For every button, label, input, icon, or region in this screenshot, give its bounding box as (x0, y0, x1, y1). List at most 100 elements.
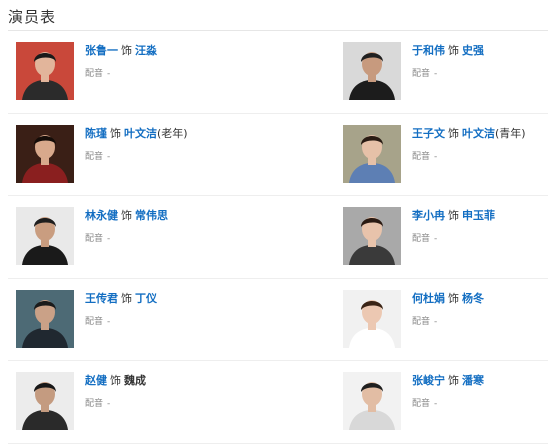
cast-row: 赵健饰魏成 配音 - 张峻宁 饰 潘寒 配音 - (8, 361, 548, 444)
cast-name-line: 林永健饰常伟思 (85, 208, 168, 223)
dub-label: 配音 (85, 234, 104, 244)
dub-label: 配音 (85, 316, 104, 327)
dub-label: 配音 (412, 234, 431, 244)
dub-value: - (107, 316, 111, 327)
as-word: 饰 (121, 291, 132, 305)
actor-photo[interactable] (16, 207, 74, 265)
cast-name-line: 王子文饰叶文洁(青年) (412, 126, 526, 141)
cast-card: 赵健饰魏成 配音 - (16, 372, 276, 432)
actor-link[interactable]: 李小冉 (412, 209, 445, 222)
cast-info: 赵健饰魏成 配音 - (85, 373, 146, 409)
cast-name-line: 王传君饰丁仪 (85, 291, 157, 306)
cast-card: 林永健饰常伟思 配音 - (16, 207, 276, 267)
as-word: 饰 (448, 291, 459, 305)
actor-link[interactable]: 张鲁一 (85, 44, 118, 57)
cast-row: 王传君饰丁仪 配音 - 何杜娟 饰 杨冬 配音 - (8, 279, 550, 361)
cast-info: 张鲁一饰汪淼 配音 - (85, 43, 157, 79)
dub-label: 配音 (85, 69, 104, 79)
cast-card: 李小冉饰申玉菲 配音 - (343, 207, 550, 267)
actor-link[interactable]: 张峻宁 (412, 374, 445, 387)
dub-line: 配音 - (412, 396, 484, 409)
as-word: 饰 (448, 374, 459, 387)
dub-value: - (434, 234, 438, 244)
cast-name-line: 赵健饰魏成 (85, 373, 146, 388)
actor-photo[interactable] (16, 372, 74, 430)
as-word: 饰 (110, 374, 121, 387)
cast-info: 于和伟饰史强 配音 - (412, 43, 484, 79)
actor-link[interactable]: 于和伟 (412, 44, 445, 57)
cast-card: 于和伟饰史强 配音 - (343, 42, 550, 102)
cast-info: 何杜娟饰杨冬 配音 - (412, 291, 484, 327)
actor-photo[interactable] (343, 124, 401, 183)
role-link[interactable]: 史强 (462, 44, 484, 57)
dub-value: - (107, 69, 111, 79)
dub-value: - (107, 399, 111, 409)
actor-link[interactable]: 赵健 (85, 374, 107, 387)
role-link[interactable]: 常伟思 (135, 209, 168, 222)
as-word: 饰 (448, 126, 459, 140)
dub-value: - (107, 234, 111, 244)
dub-line: 配音 - (412, 314, 484, 327)
dub-line: 配音 - (85, 314, 157, 327)
actor-photo[interactable] (343, 42, 401, 100)
role-link: 魏成 (124, 374, 146, 387)
cast-row: 张鲁一饰汪淼 配音 - 于和伟 饰 史强 配音 - (8, 31, 548, 114)
cast-section-title: 演员表 (8, 8, 57, 26)
dub-line: 配音 - (412, 66, 484, 79)
cast-card: 陈瑾饰叶文洁(老年) 配音 - (16, 124, 276, 185)
cast-name-line: 张峻宁饰潘寒 (412, 373, 484, 388)
dub-value: - (434, 151, 438, 162)
dub-line: 配音 - (412, 149, 526, 162)
role-suffix: (青年) (495, 126, 526, 140)
cast-info: 李小冉饰申玉菲 配音 - (412, 208, 495, 244)
cast-info: 陈瑾饰叶文洁(老年) 配音 - (85, 126, 188, 162)
actor-link[interactable]: 陈瑾 (85, 127, 107, 140)
cast-name-line: 于和伟饰史强 (412, 43, 484, 58)
cast-info: 王子文饰叶文洁(青年) 配音 - (412, 126, 526, 162)
cast-info: 林永健饰常伟思 配音 - (85, 208, 168, 244)
dub-value: - (434, 399, 438, 409)
role-link[interactable]: 叶文洁 (124, 127, 157, 140)
dub-label: 配音 (412, 399, 431, 409)
actor-photo[interactable] (16, 289, 74, 348)
actor-photo[interactable] (343, 207, 401, 265)
role-link[interactable]: 丁仪 (135, 292, 157, 305)
dub-label: 配音 (85, 399, 104, 409)
cast-row: 陈瑾饰叶文洁(老年) 配音 - 王子文 饰 叶文洁(青年) 配音 - (8, 114, 550, 196)
cast-info: 王传君饰丁仪 配音 - (85, 291, 157, 327)
as-word: 饰 (448, 44, 459, 57)
cast-name-line: 陈瑾饰叶文洁(老年) (85, 126, 188, 141)
actor-link[interactable]: 王传君 (85, 292, 118, 305)
actor-link[interactable]: 何杜娟 (412, 292, 445, 305)
dub-line: 配音 - (85, 66, 157, 79)
cast-row: 林永健饰常伟思 配音 - 李小冉 饰 申玉菲 配音 - (8, 196, 548, 279)
role-link[interactable]: 申玉菲 (462, 209, 495, 222)
actor-link[interactable]: 林永健 (85, 209, 118, 222)
dub-label: 配音 (85, 151, 104, 162)
dub-line: 配音 - (412, 231, 495, 244)
dub-label: 配音 (412, 316, 431, 327)
actor-link[interactable]: 王子文 (412, 127, 445, 140)
as-word: 饰 (110, 126, 121, 140)
role-link[interactable]: 叶文洁 (462, 127, 495, 140)
dub-value: - (434, 316, 438, 327)
role-link[interactable]: 潘寒 (462, 374, 484, 387)
actor-photo[interactable] (343, 289, 401, 348)
cast-card: 王传君饰丁仪 配音 - (16, 289, 276, 350)
dub-line: 配音 - (85, 396, 146, 409)
actor-photo[interactable] (16, 124, 74, 183)
cast-card: 张鲁一饰汪淼 配音 - (16, 42, 276, 102)
actor-photo[interactable] (16, 42, 74, 100)
role-link[interactable]: 汪淼 (135, 44, 157, 57)
as-word: 饰 (121, 209, 132, 222)
cast-list: 张鲁一饰汪淼 配音 - 于和伟 饰 史强 配音 - 陈瑾 饰 叶文洁(老年) 配… (8, 31, 548, 444)
dub-line: 配音 - (85, 149, 188, 162)
role-link[interactable]: 杨冬 (462, 292, 484, 305)
cast-card: 张峻宁饰潘寒 配音 - (343, 372, 550, 432)
actor-photo[interactable] (343, 372, 401, 430)
dub-label: 配音 (412, 151, 431, 162)
cast-card: 何杜娟饰杨冬 配音 - (343, 289, 550, 350)
dub-value: - (434, 69, 438, 79)
dub-line: 配音 - (85, 231, 168, 244)
cast-card: 王子文饰叶文洁(青年) 配音 - (343, 124, 550, 185)
